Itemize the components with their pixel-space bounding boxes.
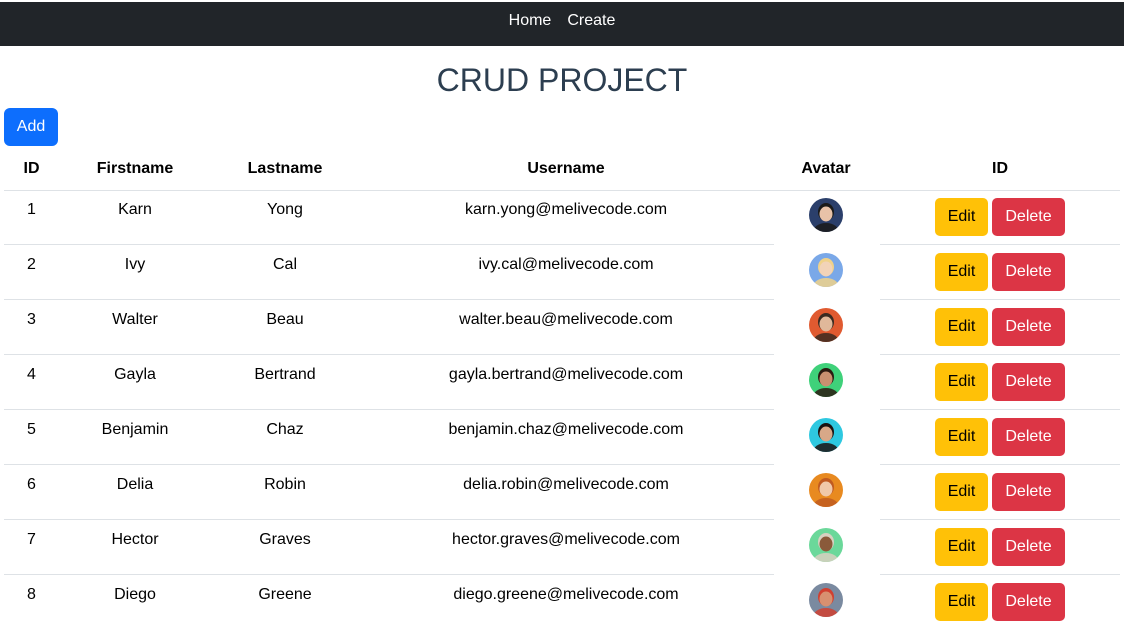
avatar [809, 308, 843, 342]
edit-button[interactable]: Edit [935, 473, 988, 511]
person-icon [809, 363, 843, 397]
cell-firstname: Hector [111, 531, 159, 548]
cell-id: 2 [27, 256, 36, 273]
person-icon [809, 528, 843, 562]
avatar [809, 418, 843, 452]
avatar [809, 583, 843, 617]
header-avatar: Avatar [801, 160, 851, 177]
person-icon [809, 308, 843, 342]
cell-firstname: Diego [114, 586, 156, 603]
cell-username: benjamin.chaz@melivecode.com [448, 421, 684, 438]
cell-username: karn.yong@melivecode.com [464, 201, 668, 218]
avatar [809, 363, 843, 397]
header-actions: ID [992, 160, 1008, 177]
delete-button[interactable]: Delete [992, 528, 1065, 566]
cell-id: 7 [27, 531, 36, 548]
person-icon [809, 473, 843, 507]
cell-username: gayla.bertrand@melivecode.com [448, 366, 684, 383]
cell-id: 6 [27, 476, 36, 493]
add-button[interactable]: Add [4, 108, 58, 146]
header-lastname: Lastname [247, 160, 323, 177]
cell-username: walter.beau@melivecode.com [459, 311, 673, 328]
page-title: CRUD PROJECT [436, 62, 688, 98]
cell-firstname: Karn [118, 201, 152, 218]
avatar [809, 528, 843, 562]
cell-firstname: Benjamin [101, 421, 169, 438]
cell-username: delia.robin@melivecode.com [463, 476, 669, 493]
cell-firstname: Walter [112, 311, 158, 328]
cell-username: hector.graves@melivecode.com [452, 531, 680, 548]
cell-lastname: Greene [258, 586, 312, 603]
table-row: 4 Gayla Bertrand gayla.bertrand@melivecode.… [4, 355, 1120, 410]
cell-firstname: Delia [116, 476, 154, 493]
cell-lastname: Yong [267, 201, 303, 218]
delete-button[interactable]: Delete [992, 253, 1065, 291]
table-header: ID Firstname Lastname Username Avatar ID [4, 150, 1120, 191]
cell-id: 4 [27, 366, 36, 383]
table-row: 5 Benjamin Chaz benjamin.chaz@melivecode.co… [4, 410, 1120, 465]
cell-firstname: Gayla [114, 366, 156, 383]
table-row: 7 Hector Graves hector.graves@melivecode.co… [4, 520, 1120, 575]
avatar [809, 198, 843, 232]
cell-id: 1 [27, 201, 36, 218]
delete-button[interactable]: Delete [992, 418, 1065, 456]
person-icon [809, 198, 843, 232]
cell-lastname: Cal [272, 256, 297, 273]
table-row: 3 Walter Beau walter.beau@melivecode.com Ed… [4, 300, 1120, 355]
avatar [809, 473, 843, 507]
avatar [809, 253, 843, 287]
delete-button[interactable]: Delete [992, 198, 1065, 236]
cell-lastname: Beau [266, 311, 304, 328]
edit-button[interactable]: Edit [935, 363, 988, 401]
table-row: 6 Delia Robin delia.robin@melivecode.com Ed… [4, 465, 1120, 520]
nav-link-create[interactable]: Create [567, 12, 615, 30]
nav-link-home[interactable]: Home [509, 12, 552, 30]
person-icon [809, 418, 843, 452]
header-firstname: Firstname [96, 160, 174, 177]
cell-lastname: Bertrand [254, 366, 316, 383]
cell-lastname: Robin [264, 476, 306, 493]
cell-lastname: Chaz [266, 421, 304, 438]
person-icon [809, 253, 843, 287]
edit-button[interactable]: Edit [935, 253, 988, 291]
cell-firstname: Ivy [124, 256, 146, 273]
table-row: 8 Diego Greene diego.greene@melivecode.com … [4, 575, 1120, 630]
cell-id: 3 [27, 311, 36, 328]
navbar: Home Create [0, 2, 1124, 46]
edit-button[interactable]: Edit [935, 418, 988, 456]
person-icon [809, 583, 843, 617]
table-row: 1 Karn Yong karn.yong@melivecode.com Edit De… [4, 190, 1120, 245]
edit-button[interactable]: Edit [935, 528, 988, 566]
header-username: Username [527, 160, 605, 177]
table-row: 2 Ivy Cal ivy.cal@melivecode.com Edit Delete [4, 245, 1120, 300]
delete-button[interactable]: Delete [992, 363, 1065, 401]
cell-lastname: Graves [259, 531, 311, 548]
cell-username: ivy.cal@melivecode.com [478, 256, 654, 273]
cell-id: 5 [27, 421, 36, 438]
delete-button[interactable]: Delete [992, 308, 1065, 346]
delete-button[interactable]: Delete [992, 583, 1065, 621]
delete-button[interactable]: Delete [992, 473, 1065, 511]
edit-button[interactable]: Edit [935, 198, 988, 236]
header-id: ID [23, 160, 40, 177]
cell-id: 8 [27, 586, 36, 603]
edit-button[interactable]: Edit [935, 308, 988, 346]
edit-button[interactable]: Edit [935, 583, 988, 621]
cell-username: diego.greene@melivecode.com [453, 586, 679, 603]
